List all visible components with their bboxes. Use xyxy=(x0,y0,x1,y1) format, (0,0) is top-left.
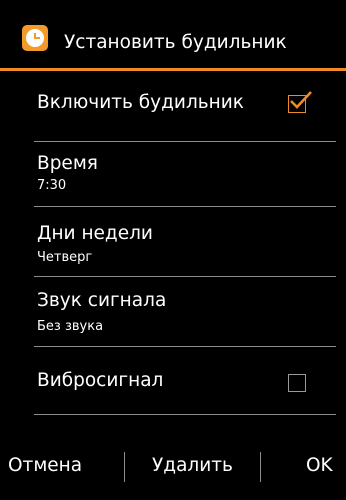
page-title: Установить будильник xyxy=(64,32,287,53)
checkmark-icon xyxy=(290,91,312,109)
enable-alarm-label: Включить будильник xyxy=(37,92,244,113)
softkey-divider xyxy=(260,452,261,482)
softkey-divider xyxy=(124,452,125,482)
alarm-clock-icon xyxy=(22,25,48,51)
enable-alarm-row[interactable]: Включить будильник xyxy=(0,71,346,141)
weekdays-value: Четверг xyxy=(37,250,93,265)
divider xyxy=(34,414,336,415)
time-row[interactable]: Время 7:30 xyxy=(0,142,346,206)
time-value: 7:30 xyxy=(37,178,67,193)
vibration-checkbox[interactable] xyxy=(288,374,306,392)
alarm-sound-row[interactable]: Звук сигнала Без звука xyxy=(0,277,346,346)
ok-button[interactable]: OK xyxy=(306,454,333,478)
enable-alarm-checkbox[interactable] xyxy=(288,91,312,113)
vibration-row[interactable]: Вибросигнал xyxy=(0,347,346,414)
time-label: Время xyxy=(37,153,98,174)
softkey-bar: Отмена Удалить OK xyxy=(0,447,346,487)
weekdays-row[interactable]: Дни недели Четверг xyxy=(0,207,346,276)
vibration-label: Вибросигнал xyxy=(37,370,164,391)
delete-button[interactable]: Удалить xyxy=(152,454,233,478)
title-bar: Установить будильник xyxy=(0,0,346,70)
cancel-button[interactable]: Отмена xyxy=(8,454,82,478)
alarm-sound-label: Звук сигнала xyxy=(37,290,167,311)
weekdays-label: Дни недели xyxy=(37,223,153,244)
alarm-sound-value: Без звука xyxy=(37,319,104,334)
